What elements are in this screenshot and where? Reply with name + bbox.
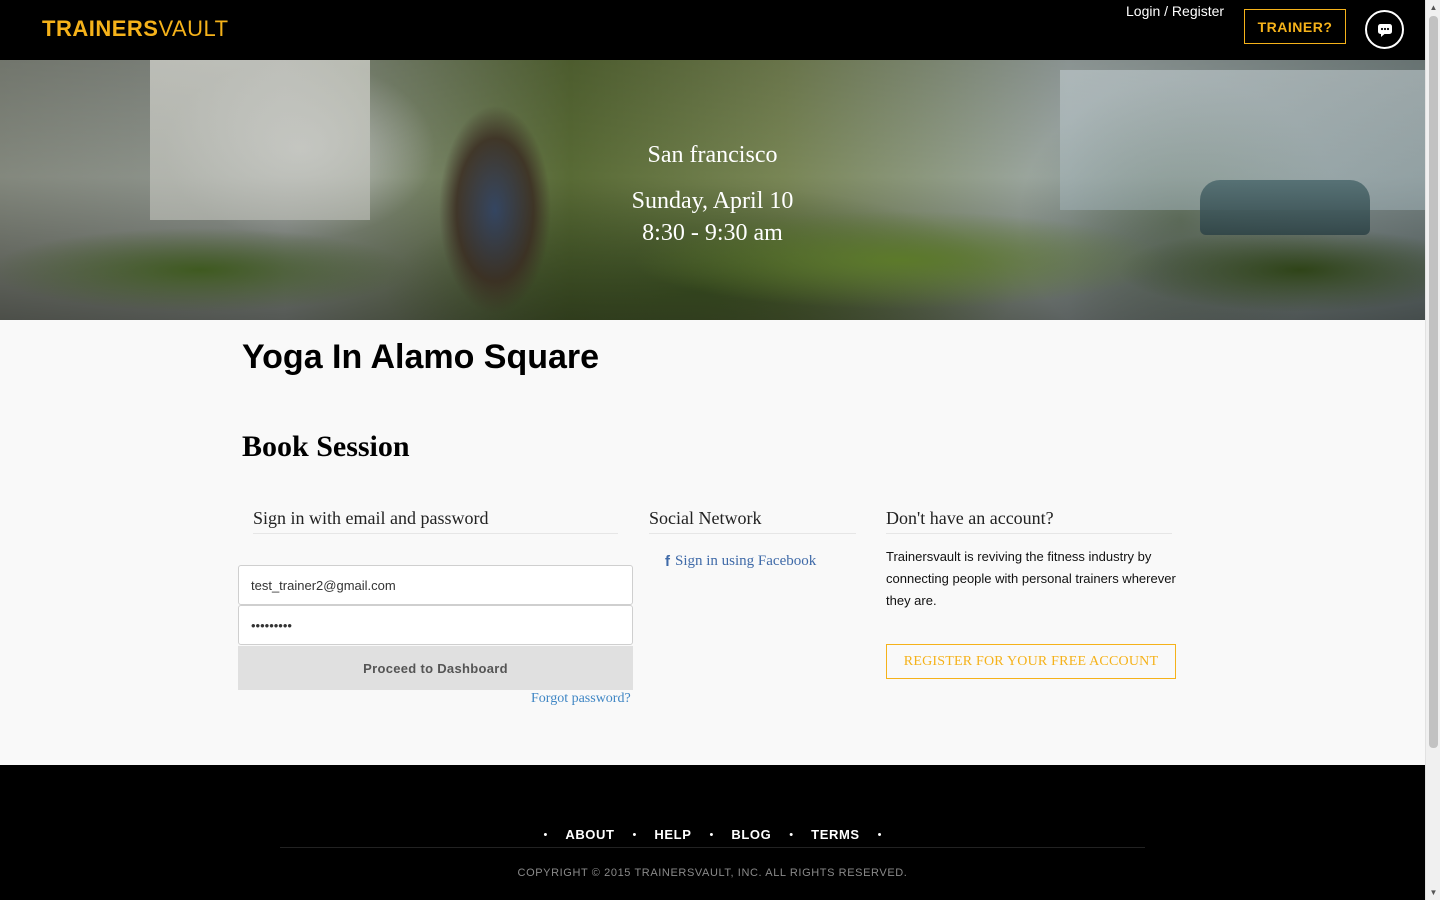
chat-button[interactable] [1365, 10, 1404, 49]
proceed-to-dashboard-button[interactable]: Proceed to Dashboard [238, 646, 633, 690]
logo-light-text: VAULT [158, 16, 229, 41]
email-field[interactable] [238, 565, 633, 605]
book-session-heading: Book Session [242, 430, 410, 463]
footer-separator: • [543, 828, 548, 841]
register-free-account-button[interactable]: REGISTER FOR YOUR FREE ACCOUNT [886, 644, 1176, 679]
footer-divider [280, 847, 1145, 848]
login-register-link[interactable]: Login / Register [1126, 2, 1224, 20]
facebook-signin-label: Sign in using Facebook [675, 553, 817, 569]
footer-link-terms[interactable]: TERMS [811, 827, 860, 842]
hero-banner: San francisco Sunday, April 10 8:30 - 9:… [0, 60, 1425, 320]
password-field[interactable] [238, 605, 633, 645]
signin-heading: Sign in with email and password [253, 507, 618, 534]
footer-link-about[interactable]: ABOUT [565, 827, 614, 842]
footer: • ABOUT • HELP • BLOG • TERMS • COPYRIGH… [0, 765, 1425, 900]
footer-separator: • [877, 828, 882, 841]
footer-separator: • [632, 828, 637, 841]
trainer-button[interactable]: TRAINER? [1244, 9, 1346, 44]
footer-link-blog[interactable]: BLOG [731, 827, 771, 842]
page-scrollbar[interactable]: ▲ ▼ [1425, 0, 1440, 900]
social-network-heading: Social Network [649, 507, 856, 534]
register-description: Trainersvault is reviving the fitness in… [886, 549, 1176, 608]
scroll-down-arrow-icon[interactable]: ▼ [1426, 885, 1440, 900]
scroll-up-arrow-icon[interactable]: ▲ [1426, 0, 1440, 15]
footer-nav: • ABOUT • HELP • BLOG • TERMS • [0, 827, 1425, 842]
page-title: Yoga In Alamo Square [242, 338, 600, 376]
logo[interactable]: TRAINERSVAULT [42, 15, 229, 43]
scrollbar-thumb[interactable] [1429, 16, 1438, 748]
footer-link-help[interactable]: HELP [654, 827, 691, 842]
session-city: San francisco [647, 142, 778, 168]
forgot-password-link[interactable]: Forgot password? [531, 691, 631, 707]
footer-separator: • [709, 828, 714, 841]
logo-bold-text: TRAINERS [42, 16, 159, 41]
footer-separator: • [789, 828, 794, 841]
no-account-heading: Don't have an account? [886, 507, 1172, 534]
session-date: Sunday, April 10 [631, 188, 794, 214]
chat-bubble-icon [1377, 23, 1392, 37]
session-time: 8:30 - 9:30 am [642, 220, 783, 246]
top-navbar: TRAINERSVAULT Login / Register TRAINER? [0, 0, 1425, 60]
copyright-text: COPYRIGHT © 2015 TRAINERSVAULT, INC. ALL… [517, 867, 908, 879]
facebook-icon: f [665, 553, 670, 570]
facebook-signin-link[interactable]: f Sign in using Facebook [665, 553, 816, 570]
